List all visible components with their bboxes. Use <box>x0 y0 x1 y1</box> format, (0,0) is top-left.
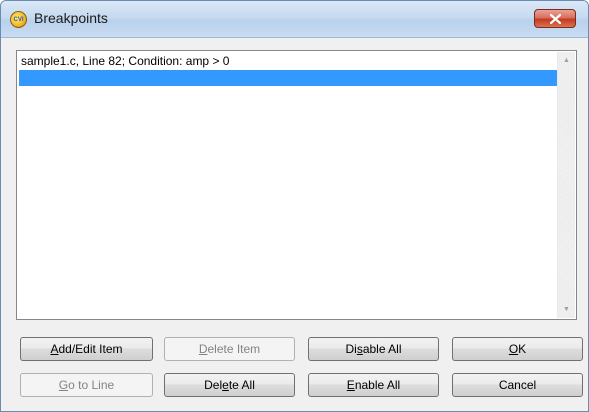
scroll-up-arrow-icon[interactable]: ▲ <box>558 52 575 69</box>
scroll-down-arrow-icon[interactable]: ▼ <box>558 301 575 318</box>
list-item[interactable]: sample1.c, Line 82; Condition: amp > 0 <box>19 53 557 70</box>
list-item-selected[interactable] <box>19 70 557 86</box>
close-button[interactable] <box>534 9 576 28</box>
cancel-button[interactable]: Cancel <box>452 373 583 397</box>
vertical-scrollbar[interactable]: ▲ ▼ <box>557 52 575 318</box>
window-title: Breakpoints <box>34 10 108 26</box>
go-to-line-button[interactable]: Go to Line <box>20 373 153 397</box>
delete-item-button[interactable]: Delete Item <box>164 337 295 361</box>
breakpoints-list-items: sample1.c, Line 82; Condition: amp > 0 <box>19 53 557 86</box>
breakpoints-list[interactable]: sample1.c, Line 82; Condition: amp > 0 ▲… <box>16 50 577 320</box>
enable-all-button[interactable]: Enable All <box>308 373 439 397</box>
cvi-app-icon: CVI <box>10 11 27 28</box>
disable-all-button[interactable]: Disable All <box>308 337 439 361</box>
title-bar[interactable]: CVI Breakpoints <box>1 1 588 38</box>
breakpoints-dialog: CVI Breakpoints sample1.c, Line 82; Cond… <box>0 0 589 412</box>
delete-all-button[interactable]: Delete All <box>164 373 295 397</box>
add-edit-item-button[interactable]: Add/Edit Item <box>20 337 153 361</box>
close-icon <box>550 14 561 24</box>
ok-button[interactable]: OK <box>452 337 583 361</box>
